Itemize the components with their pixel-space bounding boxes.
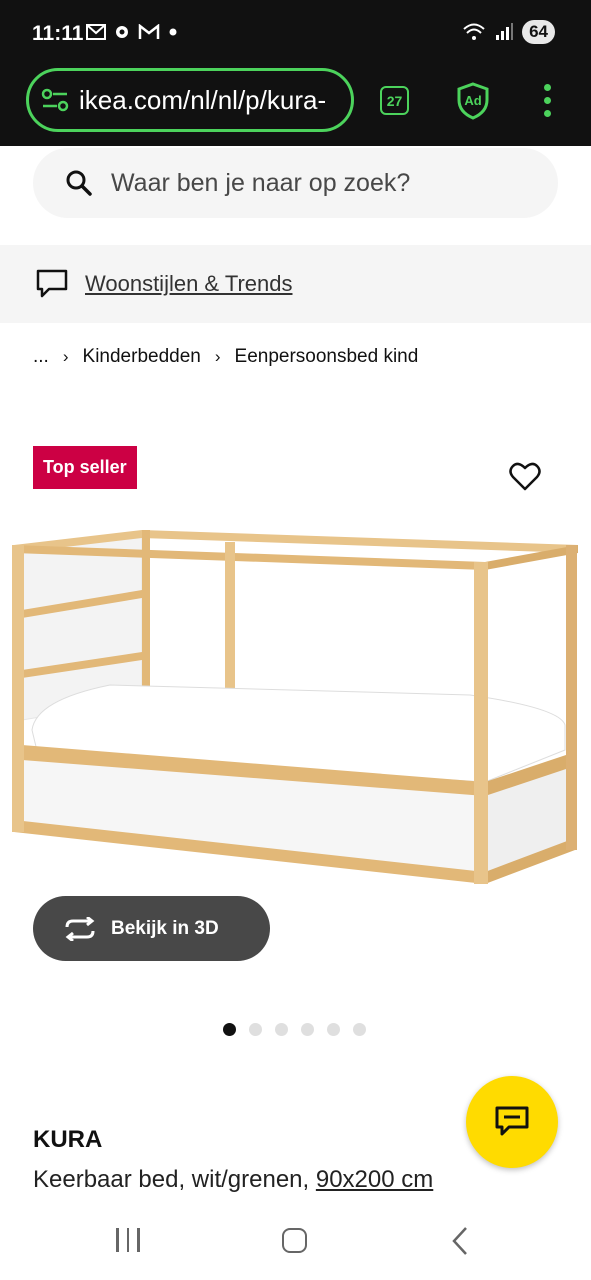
carousel-dot[interactable] — [327, 1023, 340, 1036]
product-description-text: Keerbaar bed, wit/grenen, — [33, 1166, 310, 1193]
breadcrumb-item-eenpersoonsbed[interactable]: Eenpersoonsbed kind — [235, 346, 419, 368]
breadcrumb: ... › Kinderbedden › Eenpersoonsbed kind — [33, 346, 418, 368]
carousel-dot[interactable] — [275, 1023, 288, 1036]
favorite-heart-icon[interactable] — [509, 462, 541, 497]
status-time: 11:11 — [32, 22, 84, 45]
product-size-link[interactable]: 90x200 cm — [316, 1166, 433, 1193]
wifi-icon — [463, 23, 485, 40]
chat-support-button[interactable] — [466, 1076, 558, 1168]
product-name: KURA — [33, 1126, 103, 1153]
carousel-dot[interactable] — [301, 1023, 314, 1036]
notification-icons — [86, 22, 180, 42]
carousel-dot[interactable] — [223, 1023, 236, 1036]
gmail-icon — [138, 24, 160, 39]
chevron-right-icon: › — [62, 347, 69, 366]
product-description: Keerbaar bed, wit/grenen, 90x200 cm — [33, 1166, 433, 1194]
status-right: 64 — [462, 20, 555, 44]
menu-dot — [544, 97, 551, 104]
rotate-3d-icon — [65, 916, 95, 941]
menu-dot — [544, 110, 551, 117]
tab-switcher-button[interactable]: 27 — [380, 86, 409, 115]
recent-apps-button[interactable] — [116, 1228, 140, 1252]
settings-icon — [116, 26, 128, 38]
dot-icon — [169, 28, 177, 36]
battery-indicator: 64 — [522, 20, 555, 44]
status-bar: 11:11 64 — [0, 0, 591, 66]
carousel-dot[interactable] — [249, 1023, 262, 1036]
system-nav-bar — [0, 1208, 591, 1280]
chat-bubble-icon — [36, 269, 68, 298]
trends-link[interactable]: Woonstijlen & Trends — [85, 271, 292, 297]
trends-banner: Woonstijlen & Trends — [0, 245, 591, 323]
product-image[interactable] — [0, 520, 591, 900]
carousel-dot[interactable] — [353, 1023, 366, 1036]
chat-icon — [495, 1106, 529, 1136]
back-button[interactable] — [450, 1226, 470, 1261]
site-settings-icon[interactable] — [41, 88, 69, 112]
home-button[interactable] — [282, 1228, 307, 1253]
back-chevron-icon — [452, 1227, 467, 1255]
menu-dot — [544, 84, 551, 91]
address-bar[interactable]: ikea.com/nl/nl/p/kura- — [26, 68, 354, 132]
browser-toolbar: ikea.com/nl/nl/p/kura- 27 Ad — [0, 66, 591, 146]
chevron-right-icon: › — [214, 347, 221, 366]
image-carousel-dots — [223, 1023, 366, 1036]
view-in-3d-button[interactable]: Bekijk in 3D — [33, 896, 270, 961]
search-input[interactable]: Waar ben je naar op zoek? — [33, 148, 558, 218]
top-seller-badge: Top seller — [33, 446, 137, 489]
view-in-3d-label: Bekijk in 3D — [111, 917, 219, 939]
browser-menu-button[interactable] — [544, 84, 551, 117]
breadcrumb-ellipsis[interactable]: ... — [33, 346, 49, 368]
adblock-shield-icon[interactable]: Ad — [456, 82, 490, 125]
search-placeholder: Waar ben je naar op zoek? — [111, 168, 411, 197]
search-icon — [66, 170, 92, 196]
breadcrumb-item-kinderbedden[interactable]: Kinderbedden — [83, 346, 201, 368]
url-text: ikea.com/nl/nl/p/kura- — [79, 84, 327, 115]
mail-icon — [86, 24, 106, 40]
adblock-label: Ad — [464, 93, 481, 108]
signal-icon — [496, 23, 514, 40]
